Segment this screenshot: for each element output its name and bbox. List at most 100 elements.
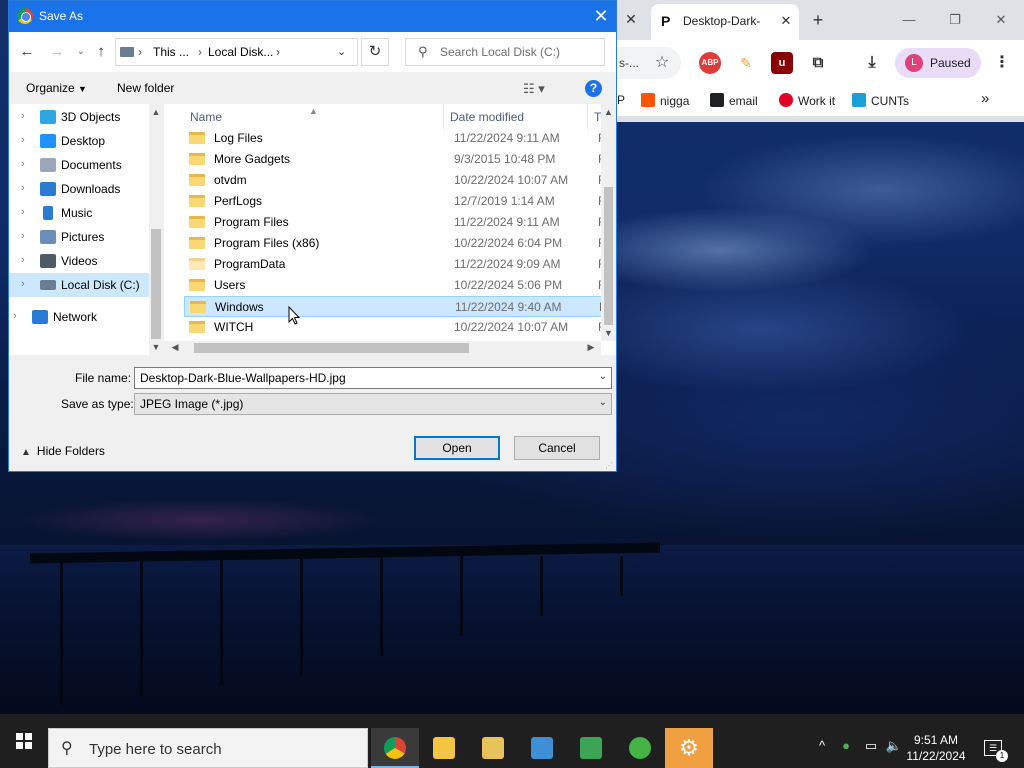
scrollbar-thumb[interactable] <box>151 229 161 339</box>
bookmark-item[interactable]: CUNTs <box>852 93 909 109</box>
cancel-button[interactable]: Cancel <box>514 436 600 460</box>
back-arrow-icon[interactable]: ← <box>17 43 37 61</box>
network-icon[interactable]: ▭ <box>862 738 880 754</box>
tree-item-3d-objects[interactable]: › 3D Objects <box>9 105 149 129</box>
chevron-right-icon[interactable]: › <box>13 310 17 322</box>
file-row[interactable]: More Gadgets 9/3/2015 10:48 PM Fi <box>184 149 606 170</box>
taskbar-app-settings[interactable]: ⚙ <box>665 728 713 768</box>
extensions-icon[interactable]: ⧉ <box>807 52 829 74</box>
search-input[interactable] <box>440 43 600 61</box>
dialog-title-bar[interactable]: Save As ✕ <box>9 1 616 32</box>
chevron-down-icon[interactable]: ⌄ <box>337 45 346 58</box>
menu-icon[interactable]: ⋮ <box>991 52 1013 74</box>
taskbar-app-users[interactable] <box>616 728 664 768</box>
taskbar-app-photo-viewer[interactable] <box>469 728 517 768</box>
file-list-horizontal-scrollbar[interactable]: ◀ ▶ <box>164 341 601 355</box>
tree-item-network[interactable]: › Network <box>9 305 149 329</box>
more-bookmarks-button[interactable]: » <box>981 90 989 107</box>
chevron-right-icon[interactable]: › <box>21 254 25 266</box>
taskbar-app-control-panel[interactable] <box>518 728 566 768</box>
chevron-down-icon[interactable]: ⌄ <box>599 371 607 382</box>
chevron-right-icon[interactable]: › <box>21 206 25 218</box>
ublock-icon[interactable]: u <box>771 52 793 74</box>
column-type[interactable]: Ty <box>588 104 601 130</box>
file-row[interactable]: ProgramData 11/22/2024 9:09 AM Fi <box>184 254 606 275</box>
view-options-icon[interactable]: ☷ ▾ <box>523 81 545 97</box>
refresh-button[interactable]: ↻ <box>361 38 389 66</box>
close-icon[interactable]: ✕ <box>777 12 795 30</box>
open-button[interactable]: Open <box>414 436 500 460</box>
volume-icon[interactable]: 🔈 <box>885 738 903 754</box>
tree-item-documents[interactable]: › Documents <box>9 153 149 177</box>
file-row[interactable]: Program Files (x86) 10/22/2024 6:04 PM F… <box>184 233 606 254</box>
puzzle-icon[interactable]: ✎ <box>735 52 757 74</box>
help-icon[interactable]: ? <box>585 80 602 97</box>
bookmark-item[interactable]: email <box>710 93 758 109</box>
save-as-type-select[interactable]: JPEG Image (*.jpg) ⌄ <box>134 393 612 415</box>
file-row[interactable]: Users 10/22/2024 5:06 PM Fi <box>184 275 606 296</box>
scroll-down-icon[interactable]: ▼ <box>149 342 163 352</box>
address-bar[interactable]: › This ... › Local Disk... › ⌄ <box>115 38 358 66</box>
scroll-right-icon[interactable]: ▶ <box>584 342 598 353</box>
forward-arrow-icon[interactable]: → <box>47 43 67 61</box>
scroll-up-icon[interactable]: ▲ <box>601 107 616 117</box>
scroll-down-icon[interactable]: ▼ <box>601 328 616 338</box>
scroll-left-icon[interactable]: ◀ <box>168 342 182 353</box>
restore-button[interactable]: ❐ <box>935 8 975 32</box>
close-window-button[interactable]: ✕ <box>981 8 1021 32</box>
tree-item-videos[interactable]: › Videos <box>9 249 149 273</box>
taskbar-app-chrome[interactable] <box>371 728 419 768</box>
up-arrow-icon[interactable]: ↑ <box>91 43 111 61</box>
new-folder-button[interactable]: New folder <box>117 81 174 95</box>
scrollbar-thumb[interactable] <box>194 343 469 353</box>
file-row[interactable]: WITCH 10/22/2024 10:07 AM Fi <box>184 317 606 338</box>
chevron-right-icon[interactable]: › <box>21 110 25 122</box>
minimize-button[interactable]: — <box>889 8 929 32</box>
chevron-down-icon[interactable]: ⌄ <box>599 397 607 408</box>
chevron-right-icon[interactable]: › <box>21 230 25 242</box>
tree-scrollbar[interactable]: ▲ ▼ <box>149 104 163 355</box>
resize-grip-icon[interactable]: ⋰ <box>605 461 613 470</box>
file-name-field[interactable]: Desktop-Dark-Blue-Wallpapers-HD.jpg ⌄ <box>134 367 612 389</box>
organize-button[interactable]: Organize ▼ <box>26 81 87 95</box>
bookmark-item[interactable]: Work it <box>779 93 835 109</box>
new-tab-button[interactable]: + <box>807 10 829 32</box>
tree-item-pictures[interactable]: › Pictures <box>9 225 149 249</box>
tree-item-downloads[interactable]: › Downloads <box>9 177 149 201</box>
column-date-modified[interactable]: Date modified <box>444 104 588 130</box>
star-icon[interactable]: ☆ <box>651 52 673 74</box>
search-box[interactable]: ⚲ <box>405 38 605 66</box>
file-row-selected[interactable]: Windows 11/22/2024 9:40 AM Fi <box>184 296 607 317</box>
tree-item-local-disk[interactable]: › Local Disk (C:) <box>9 273 149 297</box>
breadcrumb-this-pc[interactable]: This ... <box>153 45 189 59</box>
scroll-up-icon[interactable]: ▲ <box>149 107 163 117</box>
chevron-up-icon[interactable]: ^ <box>814 738 830 753</box>
recent-locations-icon[interactable]: ⌄ <box>71 43 91 61</box>
taskbar-clock[interactable]: 9:51 AM 11/22/2024 <box>904 732 968 764</box>
taskbar-search-box[interactable]: ⚲ Type here to search <box>48 728 368 768</box>
user-tray-icon[interactable]: ● <box>838 738 854 753</box>
file-row[interactable]: Log Files 11/22/2024 9:11 AM Fi <box>184 128 606 149</box>
hide-folders-button[interactable]: ▲ Hide Folders <box>21 444 105 458</box>
bookmark-item[interactable]: nigga <box>641 93 689 109</box>
browser-tab-active[interactable]: P Desktop-Dark- ✕ <box>651 4 799 40</box>
dialog-close-button[interactable]: ✕ <box>589 5 613 29</box>
file-row[interactable]: PerfLogs 12/7/2019 1:14 AM Fi <box>184 191 606 212</box>
chevron-right-icon[interactable]: › <box>21 134 25 146</box>
bookmark-item[interactable]: P <box>617 93 625 109</box>
file-list-vertical-scrollbar[interactable]: ▲ ▼ <box>601 104 616 341</box>
close-icon[interactable]: ✕ <box>623 11 639 27</box>
chevron-right-icon[interactable]: › <box>21 182 25 194</box>
taskbar-app-task-manager[interactable] <box>567 728 615 768</box>
file-row[interactable]: otvdm 10/22/2024 10:07 AM Fi <box>184 170 606 191</box>
file-row[interactable]: Program Files 11/22/2024 9:11 AM Fi <box>184 212 606 233</box>
breadcrumb-local-disk[interactable]: Local Disk... <box>208 45 273 59</box>
profile-button[interactable]: L Paused <box>895 48 981 78</box>
chevron-right-icon[interactable]: › <box>21 278 25 290</box>
tree-item-music[interactable]: › Music <box>9 201 149 225</box>
column-name[interactable]: Name ▲ <box>184 104 444 130</box>
scrollbar-thumb[interactable] <box>604 187 613 325</box>
taskbar-app-file-explorer[interactable] <box>420 728 468 768</box>
chevron-right-icon[interactable]: › <box>21 158 25 170</box>
tree-item-desktop[interactable]: › Desktop <box>9 129 149 153</box>
